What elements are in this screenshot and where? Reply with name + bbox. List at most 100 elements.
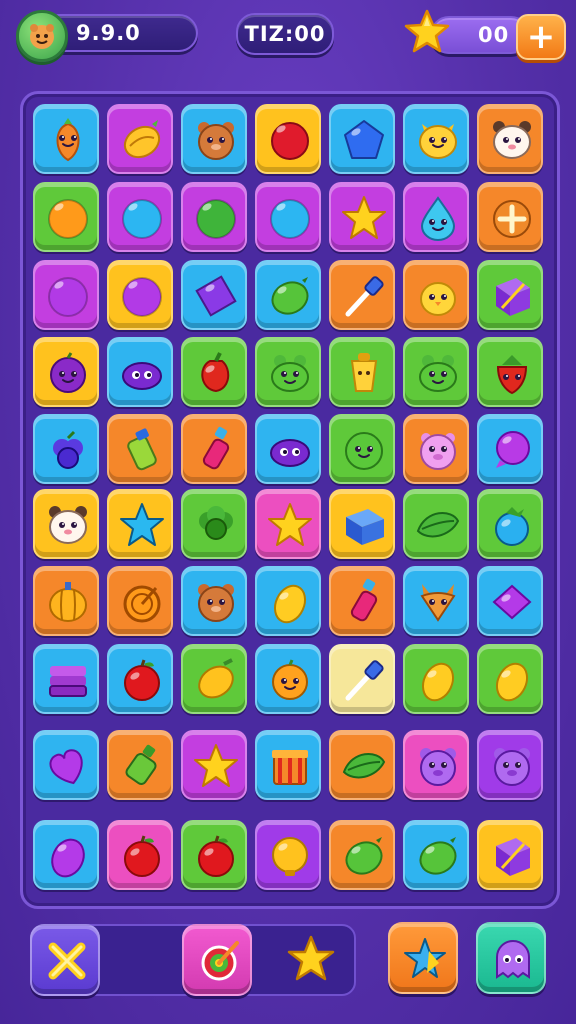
- green-ball-icon: [196, 199, 236, 239]
- board-tile[interactable]: [107, 644, 173, 714]
- wand-icon: [345, 276, 384, 317]
- board-tile[interactable]: [403, 644, 469, 714]
- board-tile[interactable]: [33, 820, 99, 890]
- leaf-icon: [342, 753, 386, 779]
- board-tile[interactable]: [107, 820, 173, 890]
- board-tile[interactable]: [403, 489, 469, 559]
- board-tile[interactable]: [329, 820, 395, 890]
- ghost-booster-button[interactable]: [476, 922, 546, 994]
- board-tile[interactable]: [403, 260, 469, 330]
- board-tile[interactable]: [181, 566, 247, 636]
- board-tile[interactable]: [107, 489, 173, 559]
- target-booster-button[interactable]: [182, 924, 252, 996]
- board-tile[interactable]: [181, 414, 247, 484]
- apple-icon: [124, 835, 160, 877]
- board-tile[interactable]: [107, 182, 173, 252]
- board-tile[interactable]: [477, 260, 543, 330]
- board-tile[interactable]: [329, 414, 395, 484]
- board-tile[interactable]: [33, 260, 99, 330]
- board-tile[interactable]: [403, 104, 469, 174]
- board-tile[interactable]: [255, 260, 321, 330]
- board-tile[interactable]: [477, 182, 543, 252]
- potion-icon: [202, 426, 230, 470]
- strawberry-icon: [496, 355, 528, 395]
- board-tile[interactable]: [181, 104, 247, 174]
- purple-egg-icon: [51, 838, 85, 878]
- eggplant-icon: [122, 362, 162, 390]
- board-tile[interactable]: [255, 566, 321, 636]
- board-tile[interactable]: [33, 182, 99, 252]
- board-tile[interactable]: [107, 566, 173, 636]
- board-tile[interactable]: [181, 820, 247, 890]
- player-avatar[interactable]: [16, 10, 68, 62]
- game-board: [20, 91, 560, 909]
- board-tile[interactable]: [329, 730, 395, 800]
- pig-purple-icon: [420, 748, 456, 786]
- panda-icon: [493, 121, 531, 159]
- board-tile[interactable]: [255, 644, 321, 714]
- board-tile[interactable]: [403, 337, 469, 407]
- board-tile[interactable]: [107, 730, 173, 800]
- bear-icon: [198, 584, 234, 622]
- smile-ball-icon: [345, 432, 383, 470]
- board-tile[interactable]: [107, 104, 173, 174]
- board-tile[interactable]: [107, 260, 173, 330]
- board-tile[interactable]: [255, 489, 321, 559]
- board-tile[interactable]: [181, 337, 247, 407]
- board-tile[interactable]: [181, 182, 247, 252]
- board-tile[interactable]: [329, 182, 395, 252]
- board-tile[interactable]: [477, 489, 543, 559]
- board-tile[interactable]: [477, 644, 543, 714]
- star-booster-button[interactable]: [276, 924, 346, 996]
- timer-display: TIZ:00: [236, 13, 334, 55]
- board-tile[interactable]: [329, 260, 395, 330]
- board-tile[interactable]: [33, 644, 99, 714]
- green-bottle-icon: [125, 744, 157, 785]
- board-tile[interactable]: [255, 414, 321, 484]
- purple-ball-icon: [122, 277, 162, 317]
- blue-box-icon: [346, 509, 384, 545]
- board-tile[interactable]: [107, 337, 173, 407]
- board-tile[interactable]: [329, 644, 395, 714]
- board-tile[interactable]: [107, 414, 173, 484]
- drop-icon: [420, 196, 456, 241]
- board-tile[interactable]: [33, 489, 99, 559]
- board-tile[interactable]: [181, 489, 247, 559]
- board-tile[interactable]: [33, 414, 99, 484]
- cherry-icon: [271, 122, 309, 160]
- board-tile[interactable]: [477, 414, 543, 484]
- board-tile[interactable]: [255, 337, 321, 407]
- board-tile[interactable]: [403, 820, 469, 890]
- board-tile[interactable]: [329, 337, 395, 407]
- board-tile[interactable]: [33, 337, 99, 407]
- board-tile[interactable]: [477, 730, 543, 800]
- board-tile[interactable]: [255, 730, 321, 800]
- board-tile[interactable]: [181, 644, 247, 714]
- board-tile[interactable]: [255, 104, 321, 174]
- board-tile[interactable]: [329, 566, 395, 636]
- board-tile[interactable]: [255, 182, 321, 252]
- add-stars-button[interactable]: +: [516, 14, 566, 60]
- grape-icon: [53, 430, 83, 469]
- board-tile[interactable]: [403, 566, 469, 636]
- board-tile[interactable]: [477, 820, 543, 890]
- board-tile[interactable]: [255, 820, 321, 890]
- board-tile[interactable]: [181, 260, 247, 330]
- board-tile[interactable]: [477, 566, 543, 636]
- board-tile[interactable]: [33, 730, 99, 800]
- board-tile[interactable]: [477, 337, 543, 407]
- star-icon: [342, 196, 386, 239]
- plus-label: +: [526, 17, 556, 57]
- board-tile[interactable]: [33, 566, 99, 636]
- board-tile[interactable]: [403, 182, 469, 252]
- board-tile[interactable]: [403, 730, 469, 800]
- board-tile[interactable]: [33, 104, 99, 174]
- board-tile[interactable]: [329, 489, 395, 559]
- board-tile[interactable]: [181, 730, 247, 800]
- shuffle-cancel-button[interactable]: [30, 924, 100, 996]
- board-tile[interactable]: [477, 104, 543, 174]
- board-tile[interactable]: [329, 104, 395, 174]
- board-tile[interactable]: [403, 414, 469, 484]
- banana-icon: [123, 120, 161, 159]
- hammer-booster-button[interactable]: [388, 922, 458, 994]
